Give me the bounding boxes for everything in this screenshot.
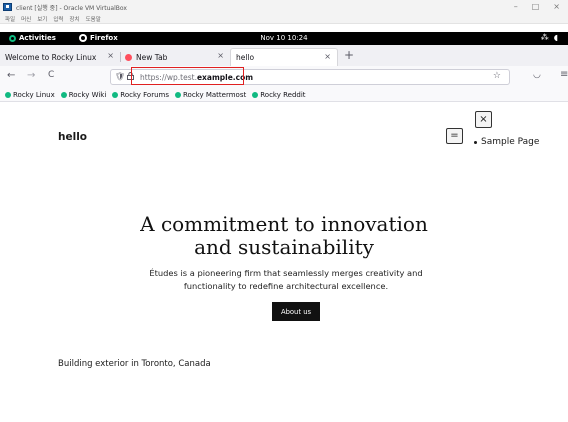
bookmark-star-icon[interactable]: ☆: [493, 71, 501, 81]
hero-heading: A commitment to innovation and sustainab…: [140, 212, 428, 259]
bookmark-label: Rocky Reddit: [260, 90, 306, 99]
tab-label: Welcome to Rocky Linux: [5, 52, 97, 62]
tab-close-icon[interactable]: ×: [107, 51, 114, 60]
rocky-favicon-icon: [252, 91, 259, 98]
rocky-favicon-icon: [112, 91, 119, 98]
power-icon: ◖: [553, 33, 558, 42]
about-us-button[interactable]: About us: [272, 302, 320, 321]
new-tab-button[interactable]: +: [344, 48, 354, 62]
tab-close-icon[interactable]: ×: [324, 52, 331, 61]
url-highlight-box: [131, 67, 244, 85]
vbox-menu-devices[interactable]: 장치: [70, 15, 80, 23]
bookmarks-toolbar: Rocky Linux Rocky Wiki Rocky Forums Rock…: [0, 88, 568, 102]
vbox-window-controls: – □ ×: [514, 2, 560, 11]
tracking-protection-shield-icon[interactable]: 🛡: [115, 72, 125, 81]
hero-description: Études is a pioneering firm that seamles…: [149, 268, 423, 291]
bookmark-label: Rocky Mattermost: [183, 90, 247, 99]
tab-strip: Welcome to Rocky Linux × New Tab × hello…: [0, 45, 568, 66]
tab-new-tab[interactable]: New Tab ×: [120, 48, 230, 66]
hamburger-menu-icon[interactable]: ≡: [560, 69, 568, 80]
newtab-favicon-icon: [125, 53, 132, 61]
menu-close-button[interactable]: ×: [475, 111, 492, 128]
tab-close-icon[interactable]: ×: [217, 51, 224, 60]
pocket-icon[interactable]: ◡: [533, 70, 541, 80]
vbox-window-title: client [실행 중] - Oracle VM VirtualBox: [16, 4, 127, 12]
virtualbox-icon: [3, 3, 12, 11]
menu-open-button[interactable]: =: [446, 128, 463, 144]
vbox-menu-input[interactable]: 입력: [53, 15, 63, 23]
back-button[interactable]: ←: [7, 70, 15, 81]
bookmark-rocky-mattermost[interactable]: Rocky Mattermost: [175, 91, 246, 99]
tab-welcome-rocky[interactable]: Welcome to Rocky Linux ×: [0, 48, 120, 66]
vbox-menu-file[interactable]: 파일: [5, 15, 15, 23]
forward-button[interactable]: →: [27, 70, 35, 81]
tab-hello-active[interactable]: hello ×: [230, 48, 338, 66]
rocky-favicon-icon: [60, 91, 67, 98]
nav-item-label: Sample Page: [481, 137, 540, 147]
clock[interactable]: Nov 10 10:24: [0, 34, 568, 42]
vbox-menu-view[interactable]: 보기: [37, 15, 47, 23]
bullet-icon: [474, 140, 477, 144]
tab-label: hello: [236, 53, 255, 62]
tab-label: New Tab: [136, 52, 168, 62]
rocky-favicon-icon: [5, 91, 11, 98]
vbox-menu-machine[interactable]: 머신: [21, 15, 31, 23]
bookmark-rocky-linux[interactable]: Rocky Linux: [5, 91, 55, 99]
vbox-menu-bar: 파일 머신 보기 입력 장치 도움말: [0, 14, 568, 24]
nav-item-sample-page[interactable]: Sample Page: [474, 137, 539, 147]
rocky-favicon-icon: [175, 91, 181, 98]
system-tray[interactable]: ⁂ ◖: [541, 33, 558, 42]
maximize-button[interactable]: □: [532, 2, 540, 11]
web-page: hello = × Sample Page A commitment to in…: [0, 102, 568, 422]
bookmark-label: Rocky Forums: [120, 90, 169, 99]
nav-toolbar: ← → C 🛡 https://wp.test.example.com ☆ ◡ …: [0, 66, 568, 88]
reload-button[interactable]: C: [48, 70, 54, 80]
network-icon: ⁂: [540, 33, 549, 42]
vbox-title-bar: client [실행 중] - Oracle VM VirtualBox – □…: [0, 0, 568, 14]
site-title[interactable]: hello: [58, 131, 87, 143]
image-caption: Building exterior in Toronto, Canada: [58, 359, 211, 369]
gnome-top-bar: Activities Firefox Nov 10 10:24 ⁂ ◖: [0, 32, 568, 45]
bookmark-label: Rocky Wiki: [68, 90, 107, 99]
close-window-button[interactable]: ×: [553, 2, 560, 11]
bookmark-rocky-wiki[interactable]: Rocky Wiki: [60, 90, 107, 99]
minimize-button[interactable]: –: [514, 2, 518, 11]
bookmark-rocky-forums[interactable]: Rocky Forums: [112, 91, 169, 99]
vbox-menu-help[interactable]: 도움말: [86, 15, 101, 23]
bookmark-rocky-reddit[interactable]: Rocky Reddit: [252, 90, 306, 99]
bookmark-label: Rocky Linux: [13, 90, 55, 99]
